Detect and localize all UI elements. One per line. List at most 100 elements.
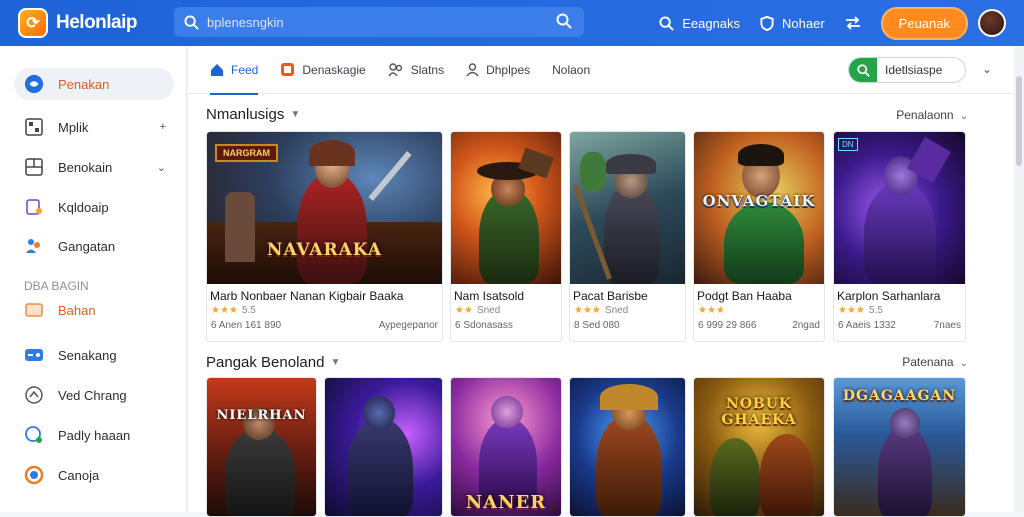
tab-label: Dhplpes: [486, 62, 531, 77]
tab-denaskagie[interactable]: Denaskagie: [280, 46, 366, 94]
filter-label: Idetlsiaspe: [885, 63, 943, 77]
game-card[interactable]: ONVAGTAIK Podgt Ban Haaba ★★★ 6 999 29 8…: [693, 131, 825, 342]
section-sort-label: Penalaonn: [896, 108, 954, 122]
game-card[interactable]: Nam Isatsold ★★ Sned 6 Sdonasass: [450, 131, 562, 342]
game-card[interactable]: NARGRAM NAVARAKA Marb Nonbaer Nanan Kigb…: [206, 131, 443, 342]
cta-button[interactable]: Peuanak: [880, 6, 968, 40]
game-art-title: NANER: [465, 492, 547, 513]
transfer-icon: [845, 16, 860, 30]
sidebar-item-ved-chrang[interactable]: Ved Chrang: [14, 379, 174, 411]
gamepad-icon: [24, 345, 44, 365]
game-card[interactable]: DN Karplon Sarhanlara ★★★ 5.5 6 Aaeis 133…: [833, 131, 966, 342]
tab-slatns[interactable]: Slatns: [388, 46, 444, 94]
sidebar-item-mplik[interactable]: Mplik +: [14, 111, 174, 143]
game-meta: 6 Aaeis 1332 7naes: [834, 318, 965, 333]
star-icons: ★★★: [211, 305, 238, 316]
game-card[interactable]: NIELRHAN: [206, 377, 317, 517]
sidebar-item-canoja[interactable]: Canoja: [14, 459, 174, 491]
filter-input[interactable]: Idetlsiaspe: [848, 57, 966, 83]
section-title[interactable]: Pangak Benoland ▼: [206, 354, 340, 371]
game-art-title: NOBUK GHAEKA: [721, 396, 797, 428]
chevron-down-icon[interactable]: ⌄: [982, 62, 992, 76]
header-link-shield[interactable]: Nohaer: [760, 15, 825, 31]
logo-icon: ⟳: [18, 8, 48, 38]
sidebar-item-padly-haaan[interactable]: Padly haaan: [14, 419, 174, 451]
header-link-label: Eeagnaks: [682, 15, 741, 31]
game-art: DN: [834, 132, 965, 284]
section-sort-label: Patenana: [902, 355, 954, 369]
game-art: DGAGAAGAN: [834, 378, 965, 516]
game-meta-right: 7naes: [933, 320, 961, 331]
header-link-search[interactable]: Eeagnaks: [659, 16, 740, 31]
tab-label: Denaskagie: [302, 62, 366, 77]
game-name: Karplon Sarhanlara: [837, 289, 941, 303]
sidebar-item-senakang[interactable]: Senakang: [14, 339, 174, 371]
store-icon: [280, 62, 295, 77]
tab-dhplpes[interactable]: Dhplpes: [466, 46, 530, 94]
game-meta: 6 Sdonasass: [451, 318, 561, 333]
search-bar: [174, 7, 584, 37]
app-logo[interactable]: ⟳ Helonlaip: [18, 8, 168, 38]
header-link-label: Nohaer: [782, 15, 825, 31]
search-icon: [849, 58, 877, 82]
section-title-text: Pangak Benoland: [206, 354, 325, 371]
scrollbar-thumb[interactable]: [1016, 76, 1022, 166]
game-card[interactable]: [569, 377, 686, 517]
scrollbar[interactable]: [1014, 46, 1024, 512]
sidebar: Penakan Mplik + Benokain ⌄ Kqldoaip Gang…: [0, 46, 187, 512]
tab-nolaon[interactable]: Nolaon: [552, 46, 590, 94]
section-sort[interactable]: Penalaonn ⌄: [896, 108, 968, 122]
box-icon: [24, 157, 44, 177]
rating-stars: ★★★ Sned: [570, 303, 685, 318]
home-icon: [24, 74, 44, 94]
chevron-down-icon: ⌄: [156, 161, 166, 174]
tab-feed[interactable]: Feed: [210, 46, 259, 95]
rating-stars: ★★ Sned: [451, 303, 561, 318]
header-actions: Eeagnaks Nohaer Peuanak: [659, 0, 1024, 46]
game-card[interactable]: NOBUK GHAEKA: [693, 377, 825, 517]
sidebar-item-penakan[interactable]: Penakan: [14, 68, 174, 100]
sidebar-item-kqldoaip[interactable]: Kqldoaip: [14, 191, 174, 223]
game-card[interactable]: [324, 377, 443, 517]
game-art-title: NIELRHAN: [216, 408, 307, 423]
section-sort[interactable]: Patenana ⌄: [902, 355, 968, 369]
search-input[interactable]: [207, 14, 547, 30]
game-art-title: DGAGAAGAN: [842, 388, 957, 404]
sidebar-item-label: Ved Chrang: [58, 387, 127, 403]
main-content: Feed Denaskagie Slatns Dhplpes Nolaon Id…: [188, 46, 1014, 517]
search-icon: [659, 15, 674, 31]
game-art: ONVAGTAIK: [694, 132, 824, 284]
game-art-title: ONVAGTAIK: [702, 192, 816, 210]
star-icons: ★★: [455, 305, 473, 316]
game-art: NOBUK GHAEKA: [694, 378, 824, 516]
chevron-down-icon: ▼: [330, 357, 341, 368]
star-icons: ★★★: [698, 305, 725, 316]
search-submit-icon[interactable]: [556, 13, 572, 29]
chevron-down-icon: ⌄: [959, 358, 968, 369]
rating-stars: ★★★: [694, 303, 824, 318]
home-icon: [210, 63, 224, 77]
video-icon: [24, 385, 44, 405]
grid-icon: [24, 117, 44, 137]
game-meta-left: 6 999 29 866: [698, 320, 757, 331]
sidebar-item-benokain[interactable]: Benokain ⌄: [14, 151, 174, 183]
header-link-transfer[interactable]: [845, 16, 861, 30]
game-meta: 6 Anen 161 890 Aypegepanor: [207, 318, 442, 333]
sidebar-item-label: Benokain: [58, 159, 113, 175]
game-name: Marb Nonbaer Nanan Kigbair Baaka: [210, 289, 404, 303]
sidebar-item-label: Penakan: [58, 76, 110, 92]
game-meta-left: 8 Sed 080: [574, 320, 620, 331]
game-card[interactable]: NANER: [450, 377, 562, 517]
game-name: Podgt Ban Haaba: [697, 289, 792, 303]
game-card[interactable]: Pacat Barisbe ★★★ Sned 8 Sed 080: [569, 131, 686, 342]
sidebar-item-bahan[interactable]: Bahan: [14, 294, 174, 326]
section-title[interactable]: Nmanlusigs ▼: [206, 106, 300, 123]
game-meta-left: 6 Aaeis 1332: [838, 320, 896, 331]
game-meta: 8 Sed 080: [570, 318, 685, 333]
top-bar: ⟳ Helonlaip Eeagnaks Nohaer Peuanak: [0, 0, 1024, 46]
game-name: Pacat Barisbe: [573, 289, 648, 303]
people-icon: [388, 62, 404, 77]
avatar[interactable]: [978, 9, 1006, 37]
game-card[interactable]: DGAGAAGAN: [833, 377, 966, 517]
sidebar-item-gangatan[interactable]: Gangatan: [14, 230, 174, 262]
